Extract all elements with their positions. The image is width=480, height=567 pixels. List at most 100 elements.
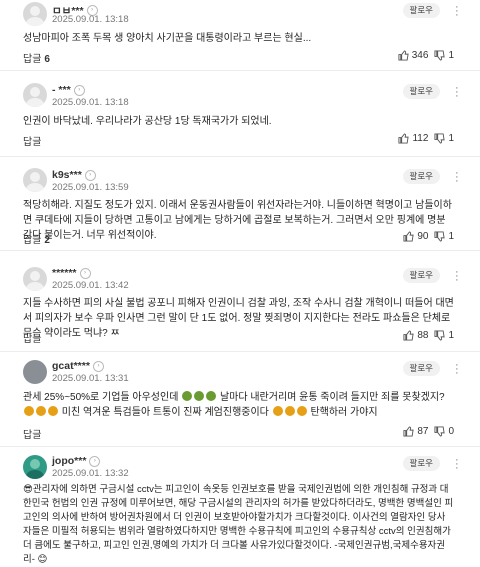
comment-text: 관세 25%~50%로 기업들 아우성인데 날마다 내란거리며 윤통 죽이려 들… [23,390,454,420]
like-button[interactable]: 112 [398,133,428,144]
comment-date: 2025.09.01. 13:59 [52,182,129,193]
comment-date: 2025.09.01. 13:42 [52,280,129,291]
dislike-button[interactable]: 0 [434,426,454,437]
comment-text-part: 탄핵하러 가야지 [310,407,378,418]
nickname-row: ****** › [52,267,91,279]
dislike-button[interactable]: 1 [434,133,454,144]
avatar[interactable] [23,360,47,384]
nickname-row: jopo*** › [52,455,101,467]
emoji-icon [24,406,34,416]
reply-label: 답글 [23,334,42,345]
thumbs-up-icon [398,50,409,61]
comment-text-part: 미친 역겨운 특검들아 트통이 진짜 계엄진행중이다 [61,407,269,418]
nickname[interactable]: ****** [52,267,77,279]
reply-label: 답글 [23,235,42,246]
reply-button[interactable]: 답글 [23,133,44,148]
nickname[interactable]: jopo*** [52,455,86,467]
thumbs-up-icon [403,330,414,341]
vote-group: 346 1 [398,50,454,61]
follow-button[interactable]: 팔로우 [402,84,440,99]
like-count: 112 [412,133,429,144]
comment-text-part: 날마다 내란거리며 윤통 죽이려 들지만 죄를 못찾겠지? [219,392,445,403]
vote-group: 87 0 [403,426,454,437]
reply-count: 6 [44,54,50,65]
emoji-icon [36,406,46,416]
like-button[interactable]: 87 [403,426,428,437]
more-options-icon[interactable]: · · · [455,168,459,187]
nickname[interactable]: - *** [52,84,71,96]
dislike-count: 1 [448,50,454,61]
reply-label: 답글 [23,54,42,65]
emoji-icon [48,406,58,416]
reply-button[interactable]: 답글 [23,330,44,345]
follow-button[interactable]: 팔로우 [402,456,440,471]
like-count: 90 [417,231,429,242]
follow-button[interactable]: 팔로우 [402,169,440,184]
dislike-count: 1 [448,133,454,144]
emoji-icon [206,391,217,401]
like-count: 88 [417,330,429,341]
comment-date: 2025.09.01. 13:18 [52,14,129,25]
reply-count: 2 [44,235,50,246]
more-options-icon[interactable]: · · · [455,360,459,379]
comment-date: 2025.09.01. 13:18 [52,97,129,108]
more-options-icon[interactable]: · · · [455,2,459,21]
comment-date: 2025.09.01. 13:31 [52,373,129,384]
reply-button[interactable]: 답글 2 [23,231,50,246]
dislike-count: 1 [448,330,454,341]
profile-badge-icon: › [89,455,101,467]
thumbs-down-icon [434,426,446,437]
nickname-row: - *** › [52,84,85,96]
nickname-row: k9s*** › [52,169,96,181]
dislike-button[interactable]: 1 [434,231,454,242]
comment-text: 지들 수사하면 피의 사실 불법 공포니 피해자 인권이니 검찰 과잉, 조작 … [23,298,454,339]
follow-button[interactable]: 팔로우 [402,3,440,18]
thumbs-down-icon [434,50,446,61]
emoji-icon [272,406,283,416]
avatar[interactable] [23,267,47,291]
nickname[interactable]: gcat**** [52,360,90,372]
more-options-icon[interactable]: · · · [455,455,459,474]
vote-group: 90 1 [403,231,454,242]
avatar[interactable] [23,83,47,107]
thumbs-down-icon [434,231,446,242]
comment-item: k9s*** › 2025.09.01. 13:59 팔로우 · · · 적당히해라… [0,157,480,251]
more-options-icon[interactable]: · · · [455,83,459,102]
vote-group: 112 1 [398,133,454,144]
avatar[interactable] [23,168,47,192]
nickname-row: gcat**** › [52,360,104,372]
comment-item: gcat**** › 2025.09.01. 13:31 팔로우 · · · 관세 … [0,352,480,447]
comment-text-part: 관세 25%~50%로 기업들 아우성인데 [23,392,179,403]
reply-label: 답글 [23,430,42,441]
profile-badge-icon: › [73,84,85,96]
comment-text: 😎관리자에 의하면 구금시설 cctv는 피고인이 속옷등 인권보호를 받을 국… [23,484,454,565]
like-button[interactable]: 90 [403,231,428,242]
like-count: 87 [417,426,429,437]
follow-button[interactable]: 팔로우 [402,361,440,376]
emoji-icon [284,406,295,416]
emoji-icon [194,391,205,401]
comment-item: jopo*** › 2025.09.01. 13:32 팔로우 · · · 😎관리자… [0,447,480,565]
nickname[interactable]: k9s*** [52,169,82,181]
thumbs-up-icon [398,133,410,144]
comment-date: 2025.09.01. 13:32 [52,468,129,479]
more-options-icon[interactable]: · · · [455,267,459,286]
follow-button[interactable]: 팔로우 [402,268,440,283]
emoji-icon [182,391,193,401]
thumbs-down-icon [434,330,446,341]
comment-list: ㅁㅂ*** › 2025.09.01. 13:18 팔로우 · · · 성남마피아 … [0,0,480,565]
comment-item: - *** › 2025.09.01. 13:18 팔로우 · · · 인권이 바닥… [0,71,480,157]
comment-item: ㅁㅂ*** › 2025.09.01. 13:18 팔로우 · · · 성남마피아 … [0,0,480,71]
dislike-button[interactable]: 1 [434,50,454,61]
reply-button[interactable]: 답글 [23,426,44,441]
dislike-button[interactable]: 1 [434,330,454,341]
thumbs-down-icon [434,133,446,144]
like-button[interactable]: 88 [403,330,428,341]
comment-text: 적당히해라. 지질도 정도가 있지. 이래서 운동권사람들이 위선자라는거야. … [23,200,452,241]
dislike-count: 1 [448,231,454,242]
emoji-icon [296,406,307,416]
avatar[interactable] [23,455,47,479]
like-button[interactable]: 346 [398,50,428,61]
avatar[interactable] [23,2,47,26]
reply-button[interactable]: 답글 6 [23,50,50,65]
